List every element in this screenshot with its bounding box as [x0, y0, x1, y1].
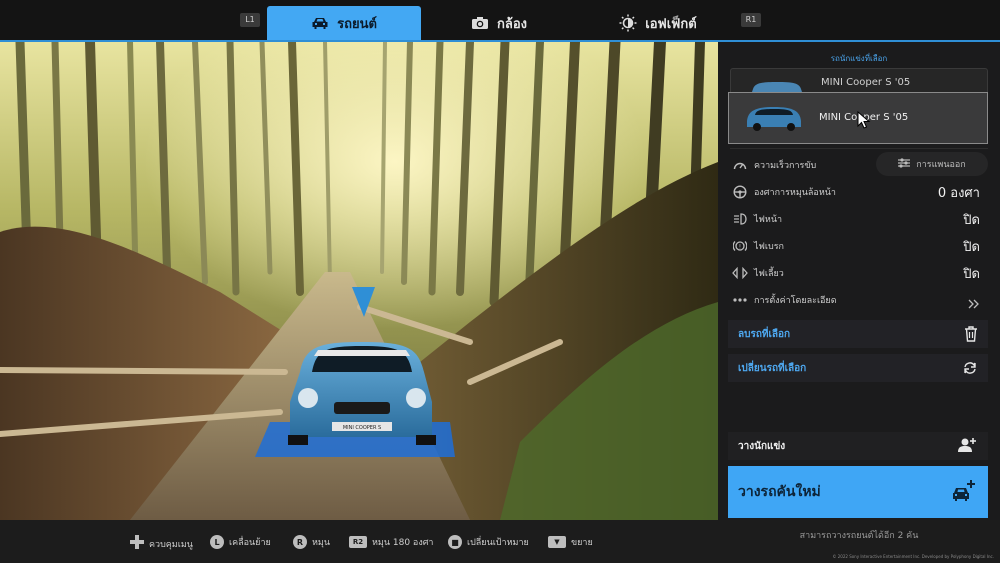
selected-car-model[interactable]: MINI COOPER S: [288, 342, 436, 445]
hint-rotate-180-label: หมุน 180 องศา: [372, 538, 434, 548]
brake-lights-label: ไฟเบรก: [754, 242, 784, 252]
place-new-car-button[interactable]: วางรถคันใหม่: [728, 466, 988, 518]
layout-pan-label: การแพนออก: [916, 160, 966, 170]
headlights-label: ไฟหน้า: [754, 215, 783, 225]
hint-menu-control-label: ควบคุมเมนู: [149, 539, 193, 550]
layout-pan-button[interactable]: การแพนออก: [876, 152, 988, 176]
headlights-value: ปิด: [963, 212, 980, 228]
turn-signal-icon: [732, 265, 748, 281]
delete-selected-car-button[interactable]: ลบรถที่เลือก: [728, 320, 988, 348]
bottom-hint-bar: ควบคุมเมนู L เคลื่อนย้าย R หมุน R2 หมุน …: [0, 520, 1000, 563]
detail-settings-label: การตั้งค่าโดยละเอียด: [754, 296, 837, 306]
speedometer-icon: [732, 157, 748, 173]
hint-move: L เคลื่อนย้าย: [210, 535, 271, 549]
car-icon: [311, 16, 329, 30]
change-selected-car-label: เปลี่ยนรถที่เลือก: [738, 362, 807, 374]
tab-car-label: รถยนต์: [337, 16, 377, 32]
hint-rotate-180: R2 หมุน 180 องศา: [349, 535, 433, 549]
hint-change-target: ■ เปลี่ยนเป้าหมาย: [448, 535, 529, 549]
headlights-row[interactable]: ไฟหน้า ปิด: [732, 209, 988, 229]
hint-change-target-label: เปลี่ยนเป้าหมาย: [467, 538, 529, 548]
delete-selected-car-label: ลบรถที่เลือก: [738, 328, 791, 340]
r1-shoulder-hint: R1: [741, 13, 761, 27]
selected-car-card[interactable]: MINI Cooper S '05: [728, 92, 988, 144]
hint-zoom: ▼ ขยาย: [548, 535, 593, 549]
headlight-icon: [732, 211, 748, 227]
wheel-angle-label: องศาการหมุนล้อหน้า: [754, 188, 836, 198]
hint-zoom-label: ขยาย: [571, 538, 593, 548]
dpad-icon: [130, 535, 144, 552]
double-chevron-right-icon: [968, 294, 980, 313]
tab-effects-label: เอฟเฟ็กต์: [645, 16, 697, 32]
tab-effects[interactable]: เอฟเฟ็กต์: [578, 6, 738, 40]
r2-trigger-icon: R2: [349, 536, 367, 548]
turn-signal-value: ปิด: [963, 266, 980, 282]
brake-lights-row[interactable]: ! ไฟเบรก ปิด: [732, 236, 988, 256]
camera-icon: [471, 16, 489, 30]
top-tab-bar: L1 รถยนต์ กล้อง เอฟเฟ็กต์ R1: [0, 0, 1000, 42]
sliders-icon: [898, 157, 911, 171]
turn-signal-row[interactable]: ไฟเลี้ยว ปิด: [732, 263, 988, 283]
more-dots-icon: [732, 292, 748, 308]
r-stick-icon: R: [293, 535, 307, 549]
copyright-text: © 2022 Sony Interactive Entertainment In…: [832, 554, 994, 559]
add-person-icon: [958, 437, 976, 456]
place-new-car-label: วางรถคันใหม่: [738, 484, 821, 500]
car-list-item-back-name: MINI Cooper S '05: [821, 77, 911, 88]
l1-shoulder-hint: L1: [240, 13, 260, 27]
panel-header: รถนักแข่งที่เลือก: [830, 54, 888, 63]
hint-menu-control: ควบคุมเมนู: [130, 535, 193, 552]
driving-speed-row[interactable]: ความเร็วการขับ การแพนออก: [732, 152, 988, 176]
turn-signal-label: ไฟเลี้ยว: [754, 269, 784, 279]
tab-camera-label: กล้อง: [497, 16, 527, 32]
photo-scene-viewport[interactable]: MINI COOPER S: [0, 42, 718, 520]
car-thumbnail-icon: [747, 107, 801, 131]
wheel-angle-row[interactable]: องศาการหมุนล้อหน้า 0 องศา: [732, 182, 988, 202]
driving-speed-label: ความเร็วการขับ: [754, 161, 817, 171]
remaining-cars-text: สามารถวางรถยนต์ได้อีก 2 คัน: [799, 531, 919, 541]
change-selected-car-button[interactable]: เปลี่ยนรถที่เลือก: [728, 354, 988, 382]
hint-rotate-label: หมุน: [312, 538, 331, 548]
wheel-angle-value: 0 องศา: [937, 185, 980, 201]
car-settings-panel: รถนักแข่งที่เลือก MINI Cooper S '05 MINI…: [718, 42, 1000, 520]
place-racer-label: วางนักแข่ง: [738, 440, 786, 452]
divider: [730, 148, 988, 149]
brake-light-icon: !: [732, 238, 748, 254]
steering-wheel-icon: [732, 184, 748, 200]
tab-car[interactable]: รถยนต์: [267, 6, 421, 40]
hint-rotate: R หมุน: [293, 535, 330, 549]
zoom-button-icon: ▼: [548, 536, 566, 548]
license-plate-text: MINI COOPER S: [343, 425, 381, 431]
brake-lights-value: ปิด: [963, 239, 980, 255]
swap-icon: [962, 360, 978, 379]
l-stick-icon: L: [210, 535, 224, 549]
svg-text:!: !: [739, 244, 741, 251]
tab-camera[interactable]: กล้อง: [422, 6, 576, 40]
hint-move-label: เคลื่อนย้าย: [229, 538, 271, 548]
add-car-icon: [952, 479, 976, 507]
place-racer-button[interactable]: วางนักแข่ง: [728, 432, 988, 460]
trash-icon: [964, 326, 978, 345]
mouse-cursor-icon: [857, 111, 871, 129]
detail-settings-row[interactable]: การตั้งค่าโดยละเอียด: [732, 290, 988, 310]
square-button-icon: ■: [448, 535, 462, 549]
brightness-icon: [619, 14, 637, 32]
